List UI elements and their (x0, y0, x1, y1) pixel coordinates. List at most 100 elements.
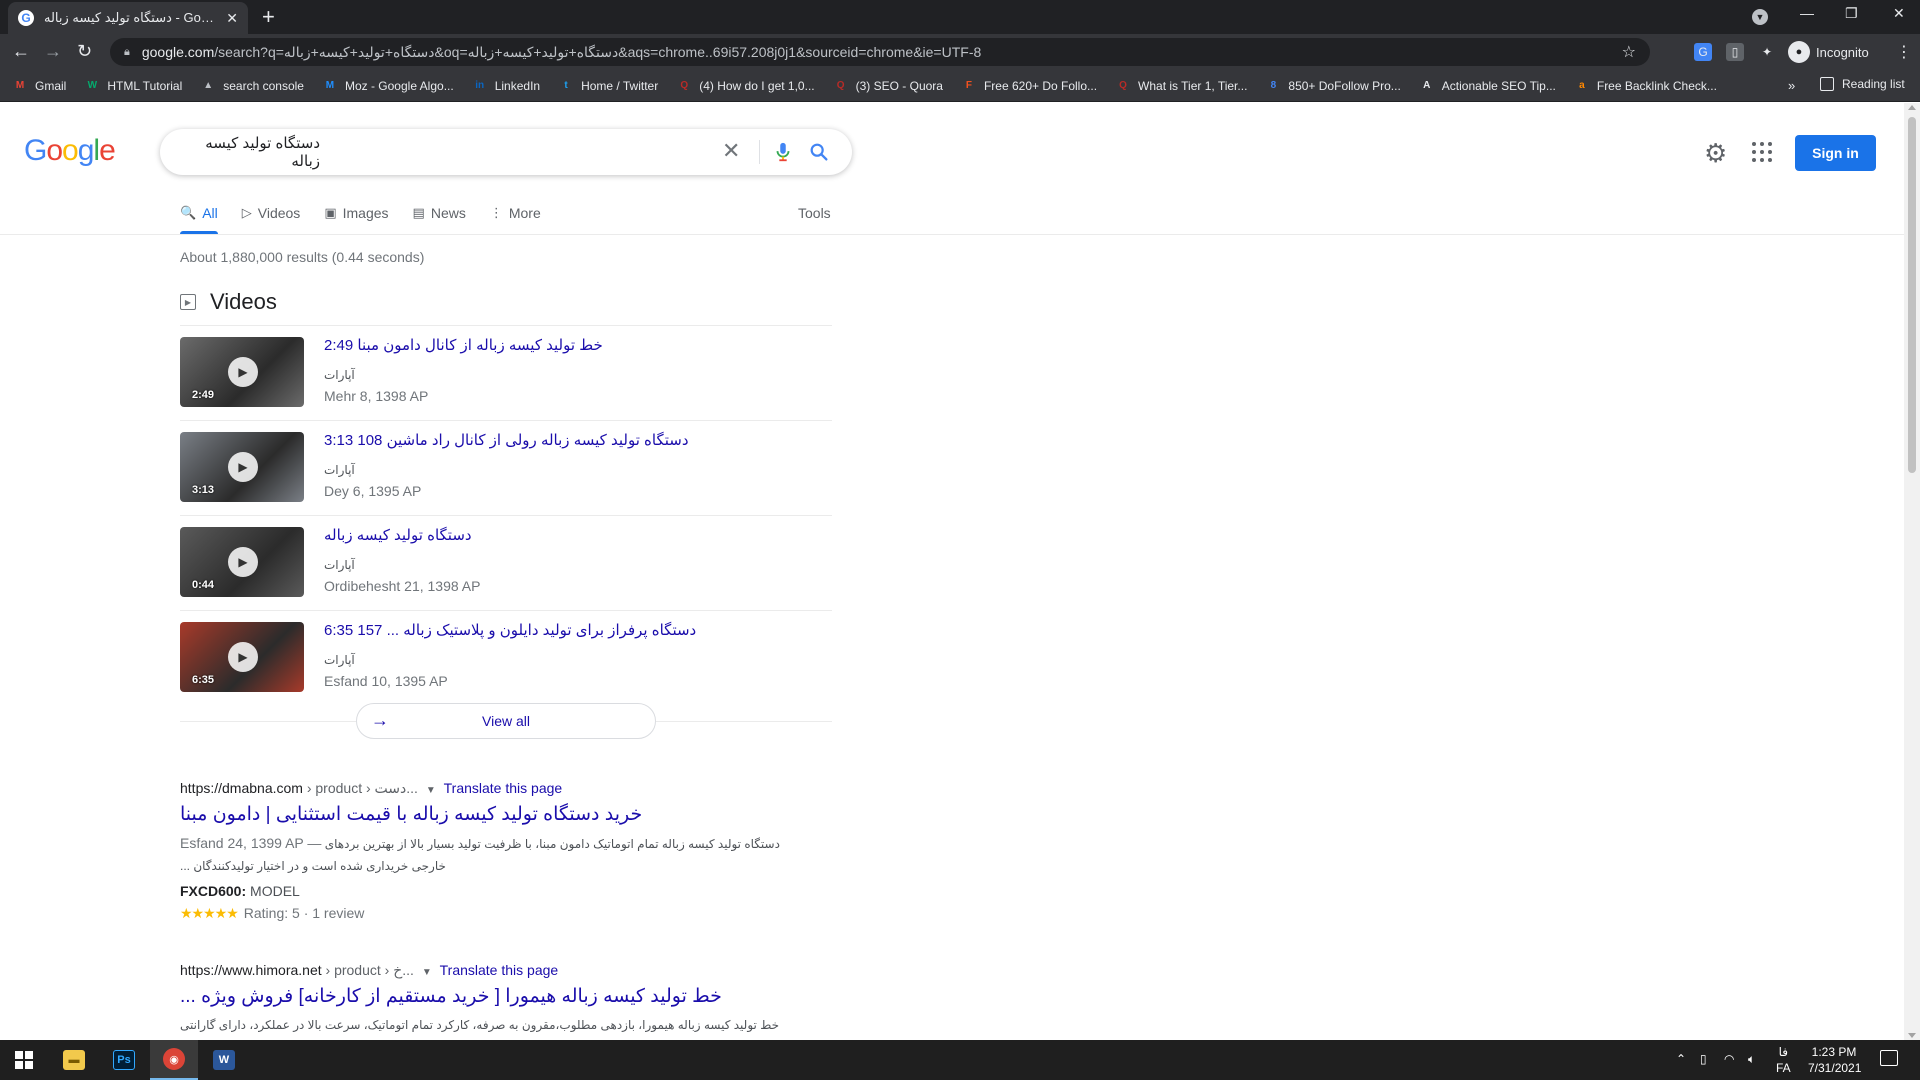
bookmark-item[interactable]: M Moz - Google Algo... (322, 78, 454, 94)
bookmark-item[interactable]: W HTML Tutorial (84, 78, 183, 94)
video-thumbnail[interactable]: ▶ 2:49 (180, 337, 304, 407)
google-apps-icon[interactable] (1752, 142, 1772, 162)
result-citation[interactable]: https://www.himora.net › product › خ... … (180, 962, 832, 979)
address-bar[interactable]: 🔒︎ google.com/search?q=دستگاه+تولید+کیسه… (110, 38, 1650, 66)
word-taskbar[interactable]: W (200, 1040, 248, 1080)
bookmark-item[interactable]: a Free Backlink Check... (1574, 78, 1717, 94)
video-duration: 6:35 (192, 674, 215, 686)
play-icon[interactable]: ▶ (228, 547, 258, 577)
close-tab-icon[interactable]: ✕ (226, 10, 238, 27)
incognito-profile[interactable]: ● Incognito (1788, 41, 1869, 63)
microphone-icon[interactable] (772, 141, 794, 163)
reload-icon[interactable]: ↻ (77, 41, 92, 61)
video-title-link[interactable]: خط تولید کیسه زباله از کانال دامون مبنا … (324, 336, 603, 354)
bookmark-item[interactable]: ▲ search console (200, 78, 304, 94)
browser-tab[interactable]: G دستگاه تولید کیسه زباله - Google Searc… (8, 2, 248, 34)
forward-arrow-icon[interactable]: → (44, 41, 62, 61)
new-tab-plus-icon[interactable]: + (262, 6, 275, 28)
puzzle-extensions-icon[interactable]: ✦ (1758, 43, 1776, 61)
video-result[interactable]: ▶ 2:49 خط تولید کیسه زباله از کانال دامون … (180, 325, 832, 420)
bookmark-label: LinkedIn (494, 78, 541, 93)
tab-videos-icon: ▷ (241, 205, 252, 220)
tray-chevron-icon[interactable]: ⌃ (1676, 1052, 1686, 1066)
view-all-button[interactable]: → View all (356, 703, 656, 739)
play-icon[interactable]: ▶ (228, 357, 258, 387)
video-title-link[interactable]: دستگاه تولید کیسه زباله رولی از کانال را… (324, 431, 689, 449)
reading-list-button[interactable]: Reading list (1820, 77, 1905, 91)
page-scrollbar[interactable] (1904, 103, 1920, 1040)
google-logo[interactable]: Google (24, 134, 116, 168)
dropdown-triangle-icon[interactable]: ▼ (426, 785, 436, 796)
extension-icon[interactable]: ▯ (1726, 43, 1744, 61)
bookmark-item[interactable]: Q (3) SEO - Quora (833, 78, 943, 94)
bookmark-item[interactable]: 8 850+ DoFollow Pro... (1265, 78, 1401, 94)
tab-search-icon[interactable]: ▼ (1752, 9, 1768, 25)
video-result[interactable]: ▶ 0:44 دستگاه تولید کیسه زباله آپارات Ordibe… (180, 515, 832, 610)
tab-images-icon: ▣ (324, 205, 337, 220)
settings-gear-icon[interactable]: ⚙ (1704, 140, 1730, 166)
back-arrow-icon[interactable]: ← (12, 41, 30, 61)
photoshop-taskbar[interactable]: Ps (100, 1040, 148, 1080)
video-title-link[interactable]: دستگاه پرفراز برای تولید دایلون و پلاستی… (324, 621, 696, 639)
bookmark-item[interactable]: Q (4) How do I get 1,0... (676, 78, 814, 94)
translate-page-link[interactable]: Translate this page (440, 962, 559, 978)
scrollbar-thumb[interactable] (1908, 117, 1916, 473)
result-snippet: Esfand 24, 1399 AP — دستگاه تولید کیسه ز… (180, 832, 780, 877)
close-window-icon[interactable]: ✕ (1893, 5, 1905, 22)
tools-button[interactable]: Tools (798, 205, 831, 221)
video-result[interactable]: ▶ 6:35 دستگاه پرفراز برای تولید دایلون و پ… (180, 610, 832, 705)
restore-icon[interactable]: ❐ (1845, 5, 1858, 22)
windows-start-button[interactable] (0, 1040, 48, 1080)
quora-icon: Q (836, 80, 845, 91)
scroll-up-icon[interactable] (1908, 105, 1916, 110)
photoshop-icon: Ps (113, 1050, 135, 1070)
bookmark-star-icon[interactable]: ☆ (1622, 42, 1636, 62)
result-title-link[interactable]: خرید دستگاه تولید کیسه زباله با قیمت است… (180, 803, 832, 826)
video-thumbnail[interactable]: ▶ 6:35 (180, 622, 304, 692)
bookmark-item[interactable]: A Actionable SEO Tip... (1419, 78, 1556, 94)
chrome-menu-icon[interactable]: ⋮ (1896, 42, 1912, 62)
video-result[interactable]: ▶ 3:13 دستگاه تولید کیسه زباله رولی از کان… (180, 420, 832, 515)
tab-images[interactable]: ▣ Images (324, 201, 388, 225)
tab-videos[interactable]: ▷ Videos (242, 201, 301, 225)
bookmark-item[interactable]: M Gmail (12, 78, 67, 94)
bookmarks-overflow-icon[interactable]: » (1788, 78, 1795, 93)
tab-news[interactable]: ▤ News (413, 201, 466, 225)
search-input[interactable]: دستگاه تولید کیسه زباله (180, 134, 320, 170)
wifi-icon[interactable]: ◠ (1724, 1052, 1734, 1066)
bookmark-label: search console (223, 78, 304, 93)
tab-more[interactable]: ⋮ More (490, 201, 541, 225)
tab-all[interactable]: 🔍 All (180, 201, 218, 225)
translate-extension-icon[interactable]: G (1694, 43, 1712, 61)
tab-label: More (508, 205, 541, 221)
bookmark-item[interactable]: in LinkedIn (472, 78, 540, 94)
system-clock[interactable]: 1:23 PM 7/31/2021 (1808, 1044, 1861, 1076)
play-icon[interactable]: ▶ (228, 642, 258, 672)
videos-heading: Videos (210, 289, 277, 314)
clear-search-icon[interactable]: ✕ (722, 140, 740, 162)
minimize-icon[interactable]: — (1800, 5, 1814, 21)
notification-center-icon[interactable] (1880, 1050, 1898, 1066)
volume-icon[interactable]: 🔈︎ (1748, 1052, 1755, 1067)
file-explorer-taskbar[interactable]: ▬ (50, 1040, 98, 1080)
search-icon[interactable] (808, 141, 830, 163)
bookmark-item[interactable]: Q What is Tier 1, Tier... (1115, 78, 1247, 94)
scroll-down-icon[interactable] (1908, 1033, 1916, 1038)
dropdown-triangle-icon[interactable]: ▼ (422, 967, 432, 978)
result-title-link[interactable]: خط تولید کیسه زباله هیمورا [ خرید مستقیم… (180, 985, 832, 1008)
play-icon[interactable]: ▶ (228, 452, 258, 482)
translate-page-link[interactable]: Translate this page (444, 780, 563, 796)
bookmark-item[interactable]: t Home / Twitter (558, 78, 658, 94)
bookmark-item[interactable]: F Free 620+ Do Follo... (961, 78, 1097, 94)
sign-in-button[interactable]: Sign in (1795, 135, 1876, 171)
header-divider (0, 234, 1904, 235)
battery-icon[interactable]: ▯ (1700, 1052, 1707, 1066)
video-thumbnail[interactable]: ▶ 3:13 (180, 432, 304, 502)
input-language[interactable]: فا FA (1776, 1044, 1791, 1076)
chrome-taskbar[interactable]: ◉ (150, 1040, 198, 1080)
result-citation[interactable]: https://dmabna.com › product › دست... ▼ … (180, 780, 832, 797)
model-label: MODEL (250, 883, 300, 899)
video-thumbnail[interactable]: ▶ 0:44 (180, 527, 304, 597)
search-box[interactable]: دستگاه تولید کیسه زباله ✕ (160, 129, 852, 175)
video-title-link[interactable]: دستگاه تولید کیسه زباله (324, 526, 472, 544)
